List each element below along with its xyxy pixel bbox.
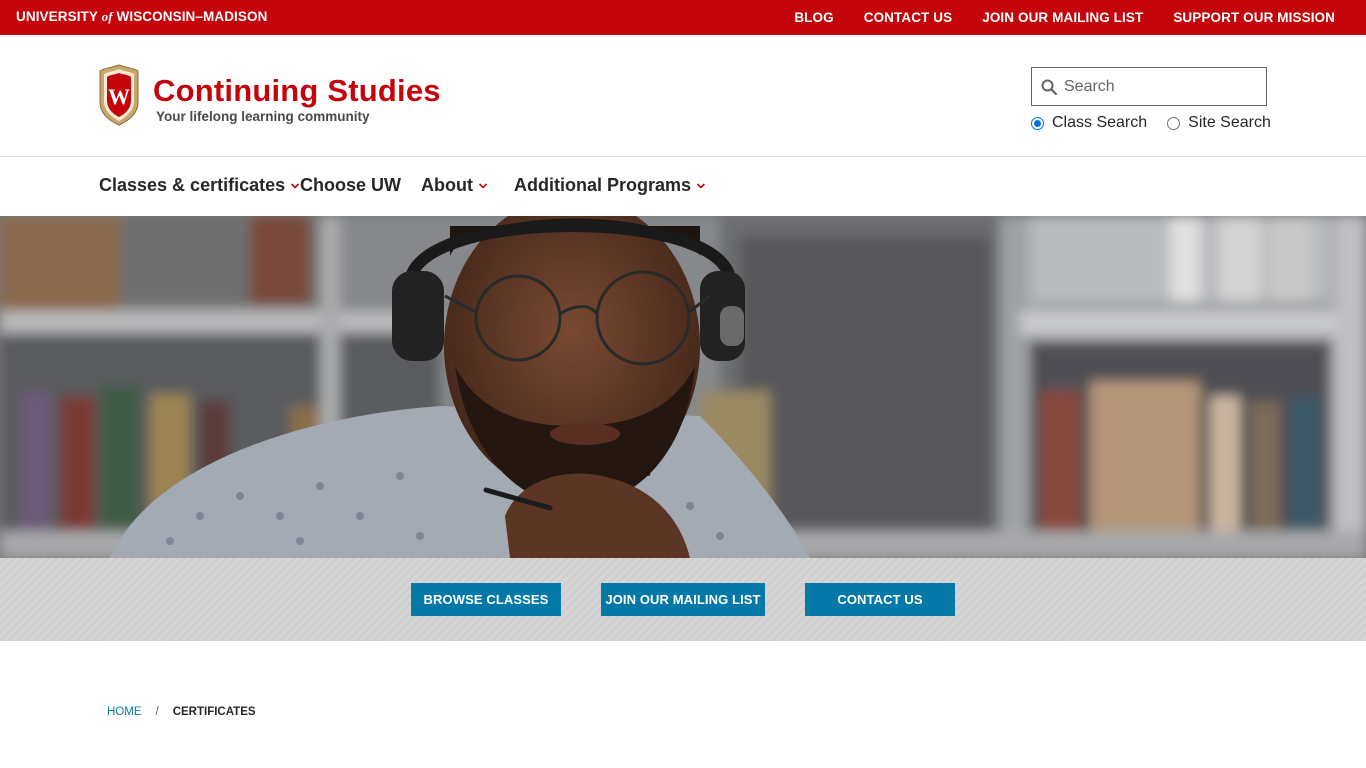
site-header: W Continuing Studies Your lifelong learn… xyxy=(0,35,1366,157)
nav-item-choose-uw-label: Choose UW xyxy=(300,175,401,195)
site-tagline: Your lifelong learning community xyxy=(156,109,370,124)
breadcrumb-current: CERTIFICATES xyxy=(172,706,256,718)
search-input[interactable] xyxy=(1064,68,1264,105)
uw-name-part1: UNIVERSITY xyxy=(16,9,102,24)
hero-image xyxy=(0,216,1366,558)
chevron-down-icon xyxy=(696,182,706,189)
radio-class-search[interactable]: Class Search xyxy=(1031,114,1147,132)
uw-name-of: of xyxy=(101,9,113,24)
contact-us-button[interactable]: CONTACT US xyxy=(805,583,955,616)
search-scope: Class Search Site Search xyxy=(1031,114,1291,132)
topbar-link-contact[interactable]: CONTACT US xyxy=(864,10,953,25)
cta-band: BROWSE CLASSES JOIN OUR MAILING LIST CON… xyxy=(0,558,1366,641)
nav-item-classes-label: Classes & certificates xyxy=(99,175,286,195)
topbar-link-blog[interactable]: BLOG xyxy=(794,10,833,25)
nav-item-additional-programs-label: Additional Programs xyxy=(514,175,692,195)
breadcrumb-home[interactable]: HOME xyxy=(107,706,142,718)
radio-site-search-dot[interactable] xyxy=(1167,116,1181,130)
nav-item-choose-uw[interactable]: Choose UW xyxy=(300,175,401,196)
nav-item-about[interactable]: About xyxy=(421,175,488,196)
radio-class-search-label: Class Search xyxy=(1052,114,1148,131)
breadcrumb-separator: / xyxy=(155,706,159,718)
breadcrumb: HOME / CERTIFICATES xyxy=(107,706,256,718)
chevron-down-icon xyxy=(291,182,300,189)
global-topbar: UNIVERSITY of WISCONSIN–MADISON BLOG CON… xyxy=(0,0,1366,35)
search-box xyxy=(1031,67,1267,106)
nav-item-additional-programs[interactable]: Additional Programs xyxy=(514,175,706,196)
site-title[interactable]: Continuing Studies xyxy=(153,73,441,109)
uw-name-part2: WISCONSIN–MADISON xyxy=(112,9,268,24)
crest-letter: W xyxy=(108,84,130,109)
nav-item-classes[interactable]: Classes & certificates xyxy=(99,175,300,196)
radio-site-search-label: Site Search xyxy=(1188,114,1271,131)
topbar-links: BLOG CONTACT US JOIN OUR MAILING LIST SU… xyxy=(794,0,1335,35)
topbar-link-support[interactable]: SUPPORT OUR MISSION xyxy=(1173,10,1335,25)
radio-site-search[interactable]: Site Search xyxy=(1167,114,1271,132)
hero-photo xyxy=(0,216,1366,558)
join-mailing-list-button[interactable]: JOIN OUR MAILING LIST xyxy=(601,583,765,616)
chevron-down-icon xyxy=(478,182,488,189)
nav-item-about-label: About xyxy=(421,175,473,195)
topbar-link-mailing-list[interactable]: JOIN OUR MAILING LIST xyxy=(982,10,1143,25)
main-nav: Classes & certificates Choose UW About A… xyxy=(0,158,1366,216)
uw-crest-icon[interactable]: W xyxy=(98,64,140,126)
uw-madison-link[interactable]: UNIVERSITY of WISCONSIN–MADISON xyxy=(16,9,267,25)
search-icon[interactable] xyxy=(1041,79,1057,95)
radio-class-search-dot[interactable] xyxy=(1031,116,1044,130)
browse-classes-button[interactable]: BROWSE CLASSES xyxy=(411,583,561,616)
